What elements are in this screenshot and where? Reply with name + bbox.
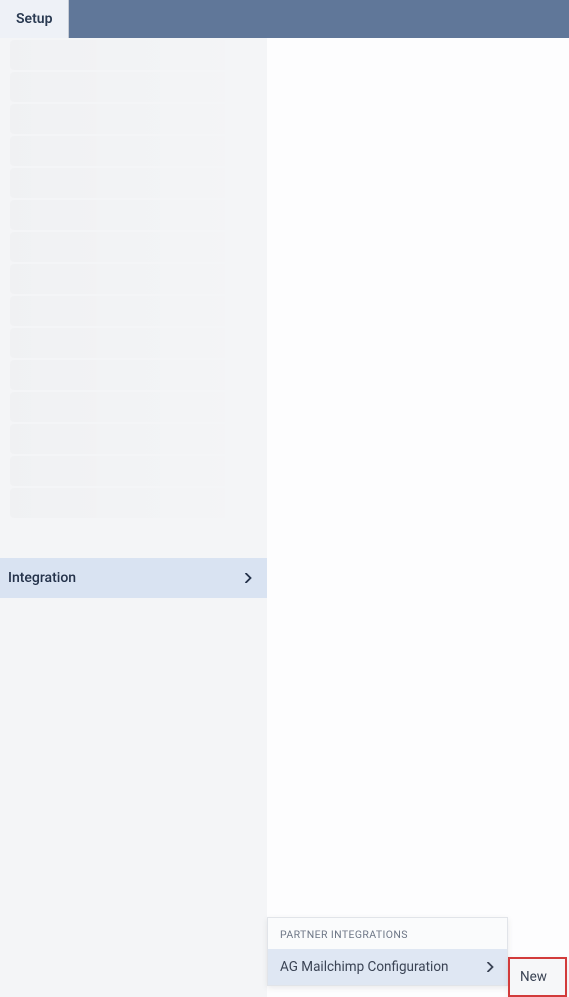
sidebar-placeholder [10,456,257,486]
chevron-right-icon [243,573,253,583]
topbar: Setup [0,0,569,38]
flyout-item-label: AG Mailchimp Configuration [280,959,448,975]
integration-flyout: PARTNER INTEGRATIONS AG Mailchimp Config… [267,917,508,986]
sidebar: Integration [0,38,267,997]
sidebar-placeholder [10,136,257,166]
sidebar-placeholder [10,40,257,70]
sidebar-placeholder [10,200,257,230]
sidebar-placeholder [10,264,257,294]
sidebar-placeholder [10,104,257,134]
sidebar-placeholder [10,488,257,518]
tab-label: Setup [16,11,52,27]
flyout-item-label: New [520,969,547,985]
chevron-right-icon [485,962,495,972]
flyout-item-new[interactable]: New [508,957,567,997]
sidebar-placeholder [10,168,257,198]
sidebar-placeholder [10,232,257,262]
sidebar-placeholder [10,296,257,326]
sidebar-item-integration[interactable]: Integration [0,558,267,598]
sidebar-placeholder [10,360,257,390]
sidebar-item-label: Integration [8,570,76,586]
sidebar-placeholder [10,328,257,358]
content-area [267,38,569,997]
sidebar-placeholder [10,392,257,422]
flyout-section-title: PARTNER INTEGRATIONS [268,918,507,949]
tab-setup[interactable]: Setup [0,0,69,38]
flyout-item-ag-mailchimp-configuration[interactable]: AG Mailchimp Configuration [268,949,507,985]
sidebar-placeholder [10,72,257,102]
sidebar-placeholder [10,424,257,454]
